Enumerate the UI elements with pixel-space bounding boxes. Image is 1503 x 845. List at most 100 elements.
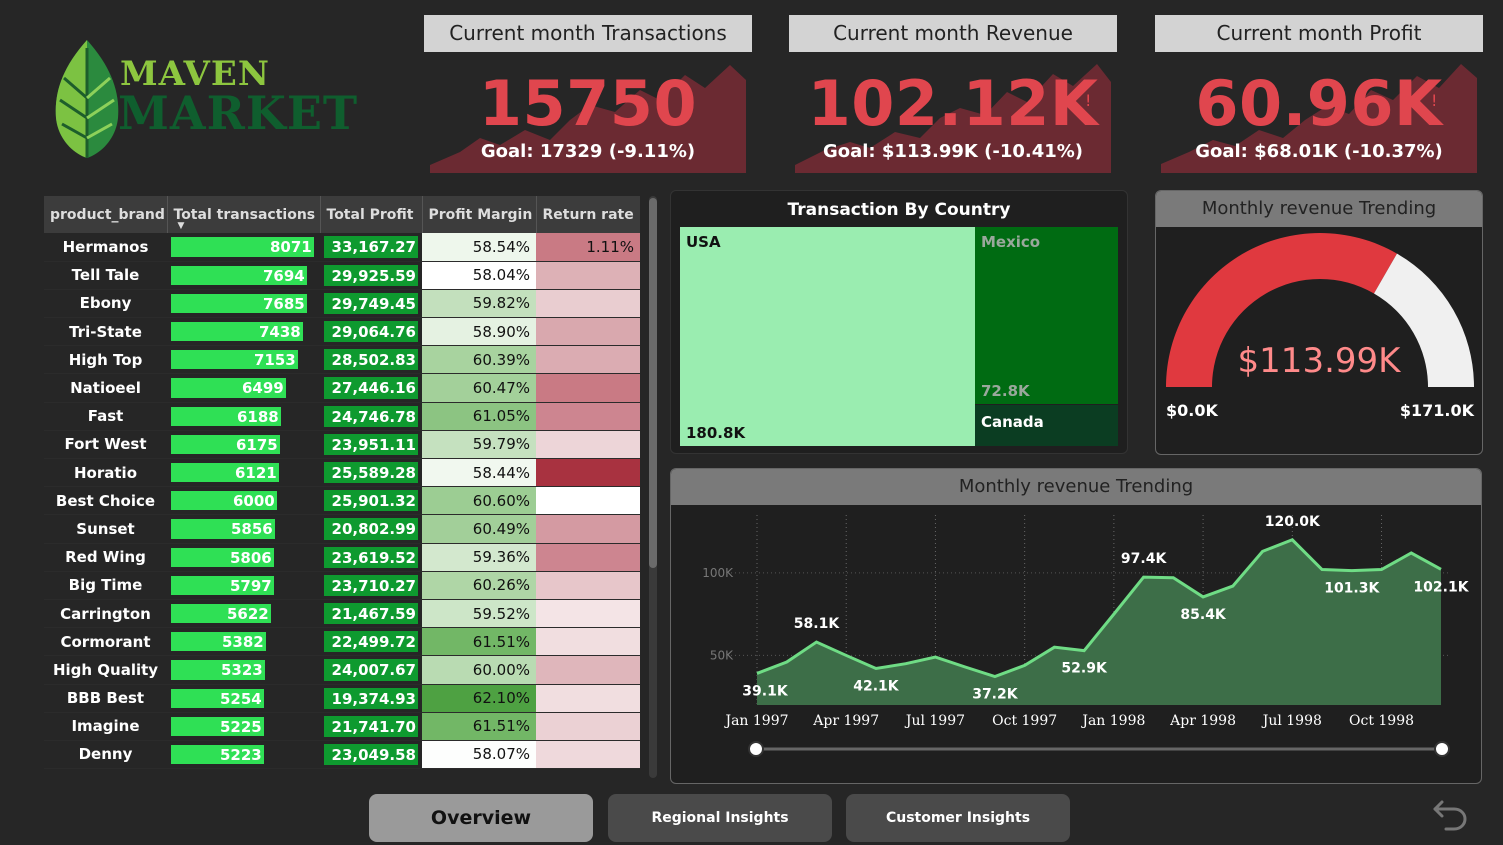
column-header-brand[interactable]: product_brand [44,196,168,233]
leaf-icon [55,40,119,158]
cell-return-rate [536,627,640,657]
alert-icon: ! [686,91,693,110]
x-tick-label: Jul 1997 [904,713,965,729]
profit-value: 23,710.27 [331,576,416,595]
table-row[interactable]: Best Choice 6000 25,901.32 60.60% [44,486,640,516]
y-tick-label: 100K [702,566,734,580]
transactions-value: 5323 [221,661,263,680]
treemap-cell-usa[interactable]: USA 180.8K [680,227,975,446]
cell-brand: Horatio [44,458,167,488]
cell-brand: Imagine [44,712,167,741]
transactions-value: 6188 [237,407,279,426]
table-row[interactable]: Carrington 5622 21,467.59 59.52% [44,599,640,629]
cell-return-rate [536,571,640,600]
table-row[interactable]: Natioeel 6499 27,446.16 60.47% [44,373,640,403]
cell-profit: 21,741.70 [320,712,422,741]
table-row[interactable]: Ebony 7685 29,749.45 59.82% [44,289,640,319]
gauge-min-label: $0.0K [1166,401,1218,420]
column-header-return-rate[interactable]: Return rate [536,196,640,233]
column-header-profit[interactable]: Total Profit [320,196,423,233]
profit-value: 29,064.76 [331,323,416,342]
table-row[interactable]: Sunset 5856 20,802.99 60.49% [44,514,640,544]
treemap-cell-mexico[interactable]: Mexico 72.8K [975,227,1118,404]
data-label: 102.1K [1413,579,1469,595]
treemap-value: 72.8K [981,382,1030,400]
transactions-value: 7438 [259,323,301,342]
x-tick-label: Apr 1997 [812,713,879,729]
cell-profit: 24,746.78 [320,402,422,431]
goal-label: Goal: [1195,141,1248,162]
transactions-value: 5856 [231,520,273,539]
gauge-panel: Monthly revenue Trending $113.99K $0.0K … [1155,190,1483,455]
kpi-card-transactions: Current month Transactions 15750 ! Goal:… [424,15,752,173]
profit-value: 29,749.45 [331,294,416,313]
cell-brand: Fast [44,402,167,431]
cell-transactions: 6499 [167,373,320,403]
cell-brand: Tri-State [44,317,167,347]
table-row[interactable]: Hermanos 8071 33,167.27 58.54% 1.11% [44,233,640,262]
back-arrow-icon[interactable] [1432,796,1468,832]
cell-profit: 24,007.67 [320,655,422,685]
table-row[interactable]: Imagine 5225 21,741.70 61.51% [44,712,640,741]
column-header-margin[interactable]: Profit Margin [422,196,537,233]
treemap-label: USA [686,233,721,251]
line-chart-title: Monthly revenue Trending [671,469,1481,505]
table-row[interactable]: Tell Tale 7694 29,925.59 58.04% [44,261,640,290]
table-row[interactable]: High Top 7153 28,502.83 60.39% [44,345,640,375]
cell-profit-margin: 59.36% [422,543,536,572]
cell-transactions: 5622 [167,599,320,629]
nav-customer-insights-button[interactable]: Customer Insights [846,794,1070,842]
nav-overview-button[interactable]: Overview [369,794,593,842]
nav-regional-insights-button[interactable]: Regional Insights [608,794,832,842]
cell-return-rate: 1.11% [536,233,640,262]
cell-return-rate [536,655,640,685]
cell-profit: 25,901.32 [320,486,422,516]
kpi-goal: Goal: $68.01K (-10.37%) [1155,141,1483,162]
profit-value: 25,589.28 [331,464,416,482]
transactions-value: 6175 [236,435,278,454]
table-row[interactable]: Denny 5223 23,049.58 58.07% [44,740,640,770]
date-range-slider-start-handle[interactable] [748,741,764,757]
cell-return-rate [536,543,640,572]
transactions-value: 7153 [254,351,296,370]
cell-profit-margin: 60.49% [422,514,536,544]
profit-value: 24,746.78 [331,407,416,426]
date-range-slider-end-handle[interactable] [1434,741,1450,757]
scrollbar-thumb[interactable] [649,198,657,568]
cell-transactions: 5797 [167,571,320,600]
cell-return-rate [536,458,640,488]
transactions-value: 6000 [233,492,275,511]
cell-return-rate [536,345,640,375]
data-label: 42.1K [853,678,900,694]
table-row[interactable]: Cormorant 5382 22,499.72 61.51% [44,627,640,657]
cell-return-rate [536,486,640,516]
cell-profit: 20,802.99 [320,514,422,544]
table-row[interactable]: High Quality 5323 24,007.67 60.00% [44,655,640,685]
x-tick-label: Jul 1998 [1261,713,1322,729]
table-row[interactable]: Fast 6188 24,746.78 61.05% [44,402,640,431]
treemap-cell-canada[interactable]: Canada [975,405,1118,446]
table-row[interactable]: Horatio 6121 25,589.28 58.44% [44,458,640,488]
cell-brand: BBB Best [44,684,167,713]
profit-value: 19,374.93 [331,689,416,708]
cell-profit: 23,619.52 [320,543,422,572]
table-row[interactable]: BBB Best 5254 19,374.93 62.10% [44,684,640,713]
table-row[interactable]: Big Time 5797 23,710.27 60.26% [44,571,640,600]
column-header-label: Total transactions [173,206,316,223]
cell-brand: Cormorant [44,627,167,657]
cell-return-rate [536,430,640,460]
cell-transactions: 5806 [167,543,320,572]
table-scrollbar[interactable] [649,196,657,778]
cell-profit: 23,049.58 [320,740,422,770]
profit-value: 28,502.83 [331,351,416,370]
gauge-value: $113.99K [1237,341,1401,381]
table-row[interactable]: Tri-State 7438 29,064.76 58.90% [44,317,640,347]
revenue-trend-chart: 50K 100K 39.1K 58.1K 42.1K 37.2K 52.9K 97.4K 85.… [702,514,1470,757]
column-header-transactions[interactable]: Total transactions ▼ [167,196,321,233]
table-row[interactable]: Fort West 6175 23,951.11 59.79% [44,430,640,460]
table-row[interactable]: Red Wing 5806 23,619.52 59.36% [44,543,640,572]
cell-profit: 25,589.28 [320,458,422,488]
cell-profit-margin: 60.39% [422,345,536,375]
cell-profit: 23,710.27 [320,571,422,600]
cell-transactions: 5382 [167,627,320,657]
